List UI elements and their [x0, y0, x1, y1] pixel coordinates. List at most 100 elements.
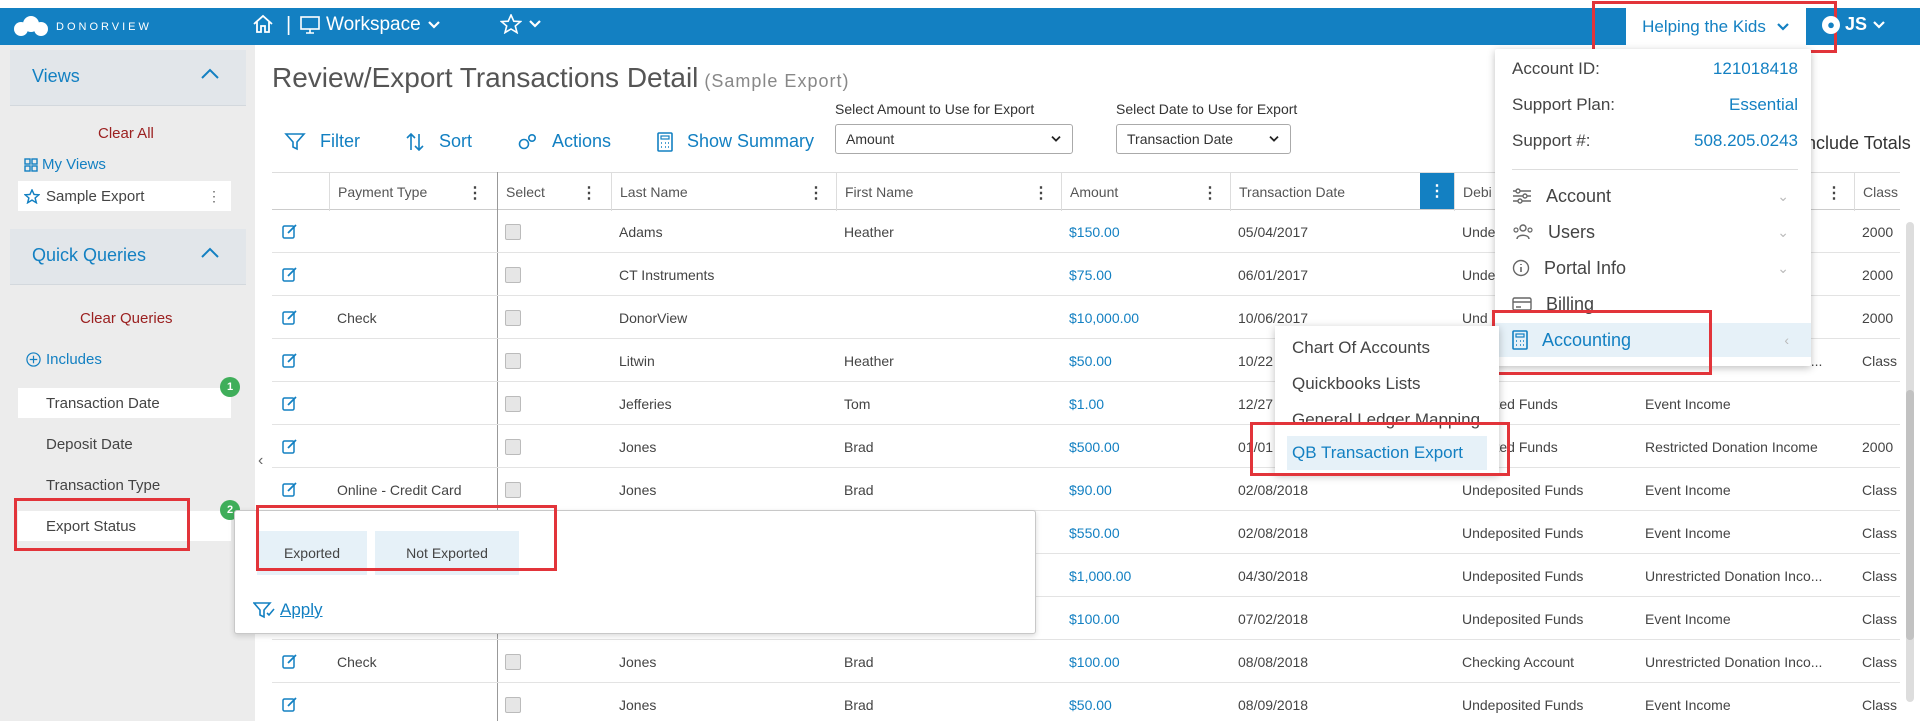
table-row[interactable]: Online - Credit Card Jones Brad $90.00 02/08… — [272, 468, 1900, 511]
query-deposit-date[interactable]: Deposit Date — [18, 429, 231, 459]
submenu-qb-transaction-export[interactable]: QB Transaction Export — [1287, 436, 1487, 470]
table-row[interactable]: Jones Brad $50.00 08/09/2018 Undeposited Fun… — [272, 683, 1900, 721]
submenu-chart-of-accounts[interactable]: Chart Of Accounts — [1275, 331, 1499, 365]
scrollbar-thumb[interactable] — [1906, 390, 1914, 640]
cell-amount[interactable]: $50.00 — [1061, 339, 1230, 382]
favorites-menu[interactable] — [500, 14, 542, 34]
column-menu-icon[interactable]: ⋮ — [808, 183, 824, 203]
edit-icon[interactable] — [282, 696, 298, 712]
cell-amount[interactable]: $100.00 — [1061, 597, 1230, 640]
column-menu-icon[interactable]: ⋮ — [1033, 183, 1049, 203]
chevron-up-icon[interactable] — [200, 247, 220, 259]
chevron-up-icon[interactable] — [200, 68, 220, 80]
col-payment-type[interactable]: Payment Type ⋮ — [329, 173, 495, 211]
cell-first: Brad — [844, 696, 874, 713]
cell-amount[interactable]: $90.00 — [1061, 468, 1230, 511]
edit-icon[interactable] — [282, 309, 298, 325]
show-summary-button[interactable]: Show Summary — [657, 131, 814, 152]
apply-button[interactable]: Apply — [253, 600, 323, 620]
user-menu[interactable]: ● JS — [1822, 14, 1886, 35]
cell-amount[interactable]: $50.00 — [1061, 683, 1230, 721]
workspace-menu[interactable]: Workspace — [300, 14, 441, 36]
column-menu-icon[interactable]: ⋮ — [1202, 183, 1218, 203]
cell-amount[interactable]: $10,000.00 — [1061, 296, 1230, 339]
client-selector[interactable]: Helping the Kids — [1626, 8, 1806, 45]
submenu-quickbooks-lists[interactable]: Quickbooks Lists — [1275, 367, 1499, 401]
star-icon — [24, 188, 40, 204]
edit-icon[interactable] — [282, 352, 298, 368]
query-transaction-type[interactable]: Transaction Type — [18, 470, 231, 500]
row-checkbox[interactable] — [505, 309, 521, 326]
collapse-sidebar-icon[interactable]: ‹ — [258, 452, 263, 470]
cell-amount[interactable]: $100.00 — [1061, 640, 1230, 683]
row-checkbox[interactable] — [505, 481, 521, 498]
cell-amount[interactable]: $1.00 — [1061, 382, 1230, 425]
edit-icon[interactable] — [282, 266, 298, 282]
donorview-logo[interactable]: DONORVIEW — [14, 16, 152, 38]
nav-divider: | — [286, 14, 292, 36]
row-checkbox[interactable] — [505, 696, 521, 713]
clear-queries-link[interactable]: Clear Queries — [80, 310, 173, 327]
cell-amount[interactable]: $1,000.00 — [1061, 554, 1230, 597]
amount-select[interactable]: Amount — [835, 124, 1073, 154]
table-row[interactable]: Jones Brad $500.00 01/01 eposited Funds Restr… — [272, 425, 1900, 468]
include-totals-label[interactable]: nclude Totals — [1806, 133, 1911, 154]
option-exported[interactable]: Exported — [257, 531, 367, 575]
date-select[interactable]: Transaction Date — [1116, 124, 1291, 154]
menu-portal-info[interactable]: Portal Info ⌄ — [1495, 251, 1811, 285]
quick-queries-header[interactable]: Quick Queries — [10, 229, 246, 285]
grid-icon — [24, 157, 38, 172]
support-number-value[interactable]: 508.205.0243 — [1694, 131, 1798, 151]
sort-button[interactable]: Sort — [405, 131, 472, 152]
column-menu-icon[interactable]: ⋮ — [581, 183, 597, 203]
edit-icon[interactable] — [282, 223, 298, 239]
col-amount[interactable]: Amount ⋮ — [1061, 173, 1230, 211]
menu-billing[interactable]: Billing — [1495, 287, 1811, 321]
column-menu-icon[interactable]: ⋮ — [1420, 173, 1454, 209]
cell-amount[interactable]: $75.00 — [1061, 253, 1230, 296]
clear-all-link[interactable]: Clear All — [98, 125, 154, 142]
col-first-name[interactable]: First Name ⋮ — [836, 173, 1061, 211]
table-row[interactable]: Jefferies Tom $1.00 12/27 eposited Funds Even… — [272, 382, 1900, 425]
home-button[interactable] — [252, 14, 274, 34]
edit-icon[interactable] — [282, 395, 298, 411]
edit-icon[interactable] — [282, 653, 298, 669]
submenu-general-ledger-mapping[interactable]: General Ledger Mapping — [1275, 403, 1499, 437]
column-menu-icon[interactable]: ⋮ — [467, 183, 483, 203]
menu-accounting[interactable]: Accounting ‹ — [1495, 323, 1811, 357]
row-checkbox[interactable] — [505, 438, 521, 455]
views-panel-header[interactable]: Views — [10, 50, 246, 106]
support-plan-value[interactable]: Essential — [1729, 95, 1798, 115]
row-checkbox[interactable] — [505, 395, 521, 412]
edit-icon[interactable] — [282, 481, 298, 497]
filter-button[interactable]: Filter — [284, 131, 360, 152]
cell-amount[interactable]: $150.00 — [1061, 210, 1230, 253]
col-class[interactable]: Class — [1854, 173, 1900, 211]
cell-amount[interactable]: $500.00 — [1061, 425, 1230, 468]
cell-credit: Event Income — [1645, 395, 1731, 412]
chevron-down-icon: ⌄ — [1777, 223, 1789, 240]
sample-export-view[interactable]: Sample Export ⋮ — [18, 181, 231, 211]
row-checkbox[interactable] — [505, 266, 521, 283]
more-options-icon[interactable]: ⋮ — [207, 188, 221, 205]
star-icon — [500, 14, 522, 34]
menu-users[interactable]: Users ⌄ — [1495, 215, 1811, 249]
col-select[interactable]: Select ⋮ — [497, 173, 609, 211]
col-transaction-date[interactable]: Transaction Date ⋮ — [1230, 173, 1454, 211]
menu-account[interactable]: Account ⌄ — [1495, 179, 1811, 213]
actions-button[interactable]: Actions — [516, 131, 611, 152]
my-views-link[interactable]: My Views — [24, 156, 106, 173]
query-export-status[interactable]: Export Status — [18, 511, 231, 541]
query-transaction-date[interactable]: Transaction Date — [18, 388, 231, 418]
column-menu-icon[interactable]: ⋮ — [1826, 183, 1842, 203]
edit-icon[interactable] — [282, 438, 298, 454]
row-checkbox[interactable] — [505, 352, 521, 369]
row-checkbox[interactable] — [505, 653, 521, 670]
sort-label: Sort — [439, 131, 473, 151]
col-last-name[interactable]: Last Name ⋮ — [611, 173, 836, 211]
row-checkbox[interactable] — [505, 223, 521, 240]
includes-toggle[interactable]: Includes — [26, 351, 102, 368]
cell-amount[interactable]: $550.00 — [1061, 511, 1230, 554]
option-not-exported[interactable]: Not Exported — [375, 531, 519, 575]
table-row[interactable]: Check Jones Brad $100.00 08/08/2018 Checking … — [272, 640, 1900, 683]
